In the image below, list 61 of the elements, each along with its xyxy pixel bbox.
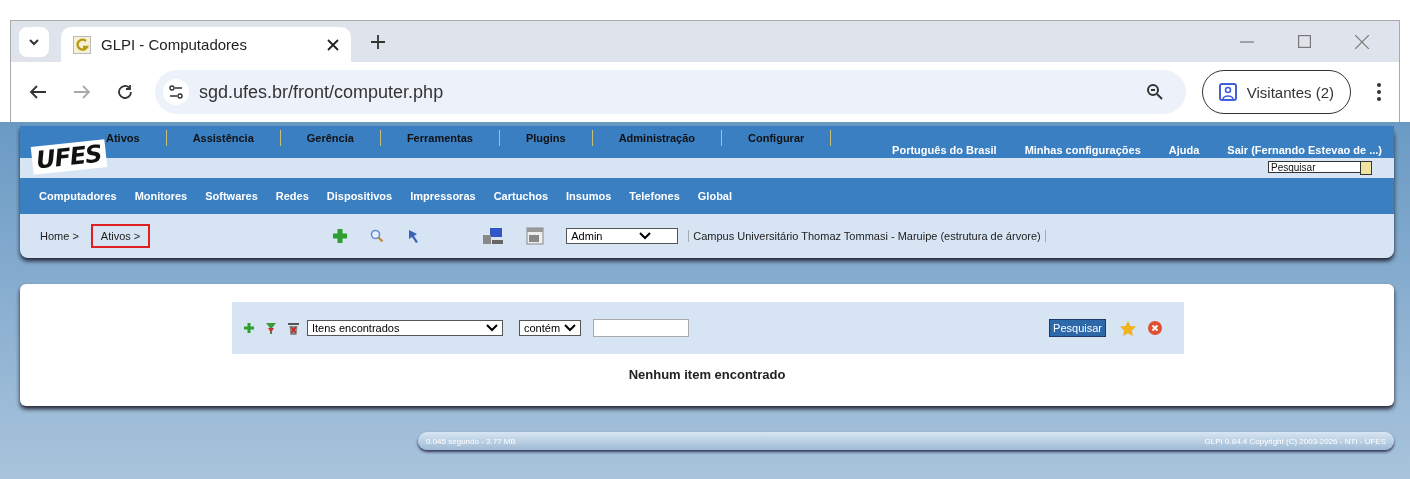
caret-icon	[639, 232, 652, 240]
zoom-icon[interactable]	[1145, 83, 1164, 101]
submenu-item[interactable]: Telefones	[629, 190, 680, 202]
breadcrumb-link[interactable]: Ativos >	[90, 224, 151, 248]
calendar-icon[interactable]	[526, 227, 545, 245]
submenu-item[interactable]: Redes	[275, 190, 309, 202]
main-menu-item[interactable]: Plugins	[499, 130, 593, 146]
app-favicon-icon	[73, 35, 91, 54]
new-tab-icon[interactable]	[371, 34, 385, 49]
submenu-item[interactable]: Insumos	[566, 190, 612, 202]
browser-tab[interactable]: GLPI - Computadores	[61, 27, 351, 62]
main-menu-item[interactable]: Configurar	[722, 130, 832, 146]
submenu-item[interactable]: Global	[697, 190, 733, 202]
breadcrumb-link[interactable]: Home >	[30, 224, 89, 248]
reset-icon[interactable]	[1148, 321, 1162, 335]
submenu-item[interactable]: Impressoras	[410, 190, 476, 202]
caret-icon	[486, 324, 498, 332]
star-icon[interactable]	[1120, 320, 1136, 336]
caret-icon	[564, 324, 576, 332]
search-field[interactable]: Pesquisar	[1268, 161, 1360, 173]
header-link[interactable]: Português do Brasil	[892, 144, 997, 156]
search-icon[interactable]	[370, 229, 385, 243]
close-icon[interactable]	[327, 38, 339, 51]
main-menu-item[interactable]: Administração	[592, 130, 723, 146]
trash-icon[interactable]	[288, 321, 299, 335]
search-go-button[interactable]	[1360, 161, 1372, 175]
computer-icon[interactable]	[482, 227, 505, 245]
site-settings-icon[interactable]	[163, 79, 189, 105]
header-link[interactable]: Minhas configurações	[1024, 144, 1141, 156]
footer-text: 0.045 segundo - 3.77 MB	[426, 436, 516, 446]
maximize-icon[interactable]	[1298, 35, 1311, 48]
submenu-item[interactable]: Monitores	[134, 190, 188, 202]
caret-icon	[28, 37, 40, 46]
main-menu-item[interactable]: Gerência	[280, 130, 381, 146]
footer-text: GLPI 0.84.4 Copyright (C) 2003-2026 - NTI - UFES	[1204, 436, 1386, 446]
search-value-field[interactable]	[593, 319, 689, 337]
submenu-item[interactable]: Cartuchos	[493, 190, 549, 202]
funnel-icon[interactable]	[266, 322, 276, 334]
add-icon[interactable]	[332, 228, 349, 244]
operator-select[interactable]: contém	[519, 320, 581, 336]
reload-icon[interactable]	[117, 84, 133, 100]
address-bar[interactable]: sgd.ufes.br/front/computer.php	[155, 70, 1186, 114]
forward-icon[interactable]	[73, 84, 91, 100]
search-button[interactable]: Pesquisar	[1049, 319, 1106, 337]
profile-select[interactable]: Admin	[566, 228, 679, 244]
profile-icon	[1218, 83, 1237, 101]
empty-message: Nenhum item encontrado	[627, 367, 787, 382]
submenu-item[interactable]: Computadores	[39, 190, 117, 202]
add-icon[interactable]	[244, 323, 254, 333]
header-link[interactable]: Ajuda	[1168, 144, 1200, 156]
tab-list-button[interactable]	[19, 26, 49, 57]
submenu-item[interactable]: Softwares	[205, 190, 258, 202]
profile-button[interactable]: Visitantes (2)	[1201, 70, 1351, 114]
more-icon[interactable]	[1377, 83, 1381, 101]
field-select[interactable]: Itens encontrados	[307, 320, 503, 336]
main-menu-item[interactable]: Ferramentas	[380, 130, 500, 146]
submenu-item[interactable]: Dispositivos	[326, 190, 393, 202]
header-link[interactable]: Sair (Fernando Estevao de ...)	[1227, 144, 1382, 156]
entity-label[interactable]: Campus Universitário Thomaz Tommasi - Maruipe (estrutura de árvore)	[688, 230, 1046, 242]
main-menu-item[interactable]: Assistência	[166, 130, 281, 146]
back-icon[interactable]	[29, 84, 47, 100]
